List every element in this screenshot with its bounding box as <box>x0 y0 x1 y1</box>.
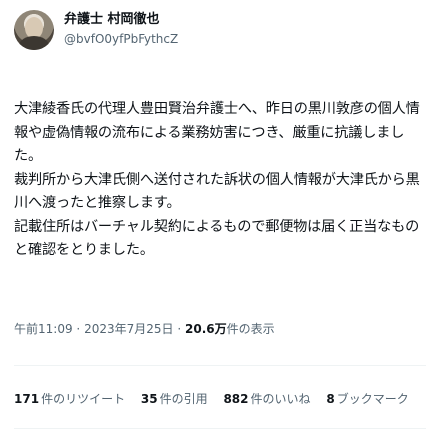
tweet-paragraph: 大津綾香氏の代理人豊田賢治弁護士へ、昨日の黒川敦彦の個人情報や虚偽情報の流布によ… <box>14 101 420 164</box>
author-handle[interactable]: @bvfO0yfPbFythcZ <box>64 30 364 48</box>
retweets-stat[interactable]: 171 件のリツイート <box>14 390 125 408</box>
tweet-stats: 171 件のリツイート 35 件の引用 882 件のいいね 8 ブックマーク <box>14 390 426 408</box>
tweet-paragraph: 裁判所から大津氏側へ送付された訴状の個人情報が大津氏から黒川へ渡ったと推察します… <box>14 171 420 212</box>
tweet-card: 弁護士 村岡徹也 @bvfO0yfPbFythcZ 大津綾香氏の代理人豊田賢治弁… <box>0 0 437 437</box>
bookmarks-label: ブックマーク <box>336 392 409 406</box>
views-count: 20.6万 <box>185 322 227 336</box>
quotes-count: 35 <box>140 392 158 406</box>
bookmarks-count: 8 <box>326 392 335 406</box>
tweet-time[interactable]: 午前11:09 <box>14 322 73 336</box>
author-display-name[interactable]: 弁護士 村岡徹也 <box>64 11 364 29</box>
tweet-meta: 午前11:09 · 2023年7月25日 · 20.6万件の表示 <box>14 320 424 338</box>
meta-separator: · <box>177 322 182 336</box>
retweets-label: 件のリツイート <box>41 392 126 406</box>
likes-count: 882 <box>223 392 249 406</box>
retweets-count: 171 <box>14 392 40 406</box>
divider <box>14 365 426 366</box>
likes-label: 件のいいね <box>250 392 311 406</box>
divider <box>14 428 426 429</box>
views-label: 件の表示 <box>226 322 275 336</box>
tweet-date[interactable]: 2023年7月25日 <box>84 322 173 336</box>
bookmarks-stat[interactable]: 8 ブックマーク <box>326 390 408 408</box>
tweet-text: 大津綾香氏の代理人豊田賢治弁護士へ、昨日の黒川敦彦の個人情報や虚偽情報の流布によ… <box>14 98 426 263</box>
author-names: 弁護士 村岡徹也 @bvfO0yfPbFythcZ <box>64 11 364 48</box>
avatar[interactable] <box>14 10 54 50</box>
meta-separator: · <box>76 322 81 336</box>
avatar-body <box>19 36 49 50</box>
quotes-stat[interactable]: 35 件の引用 <box>141 390 208 408</box>
quotes-label: 件の引用 <box>159 392 208 406</box>
likes-stat[interactable]: 882 件のいいね <box>223 390 310 408</box>
tweet-paragraph: 記載住所はバーチャル契約によるもので郵便物は届く正当なものと確認をとりました。 <box>14 218 420 259</box>
